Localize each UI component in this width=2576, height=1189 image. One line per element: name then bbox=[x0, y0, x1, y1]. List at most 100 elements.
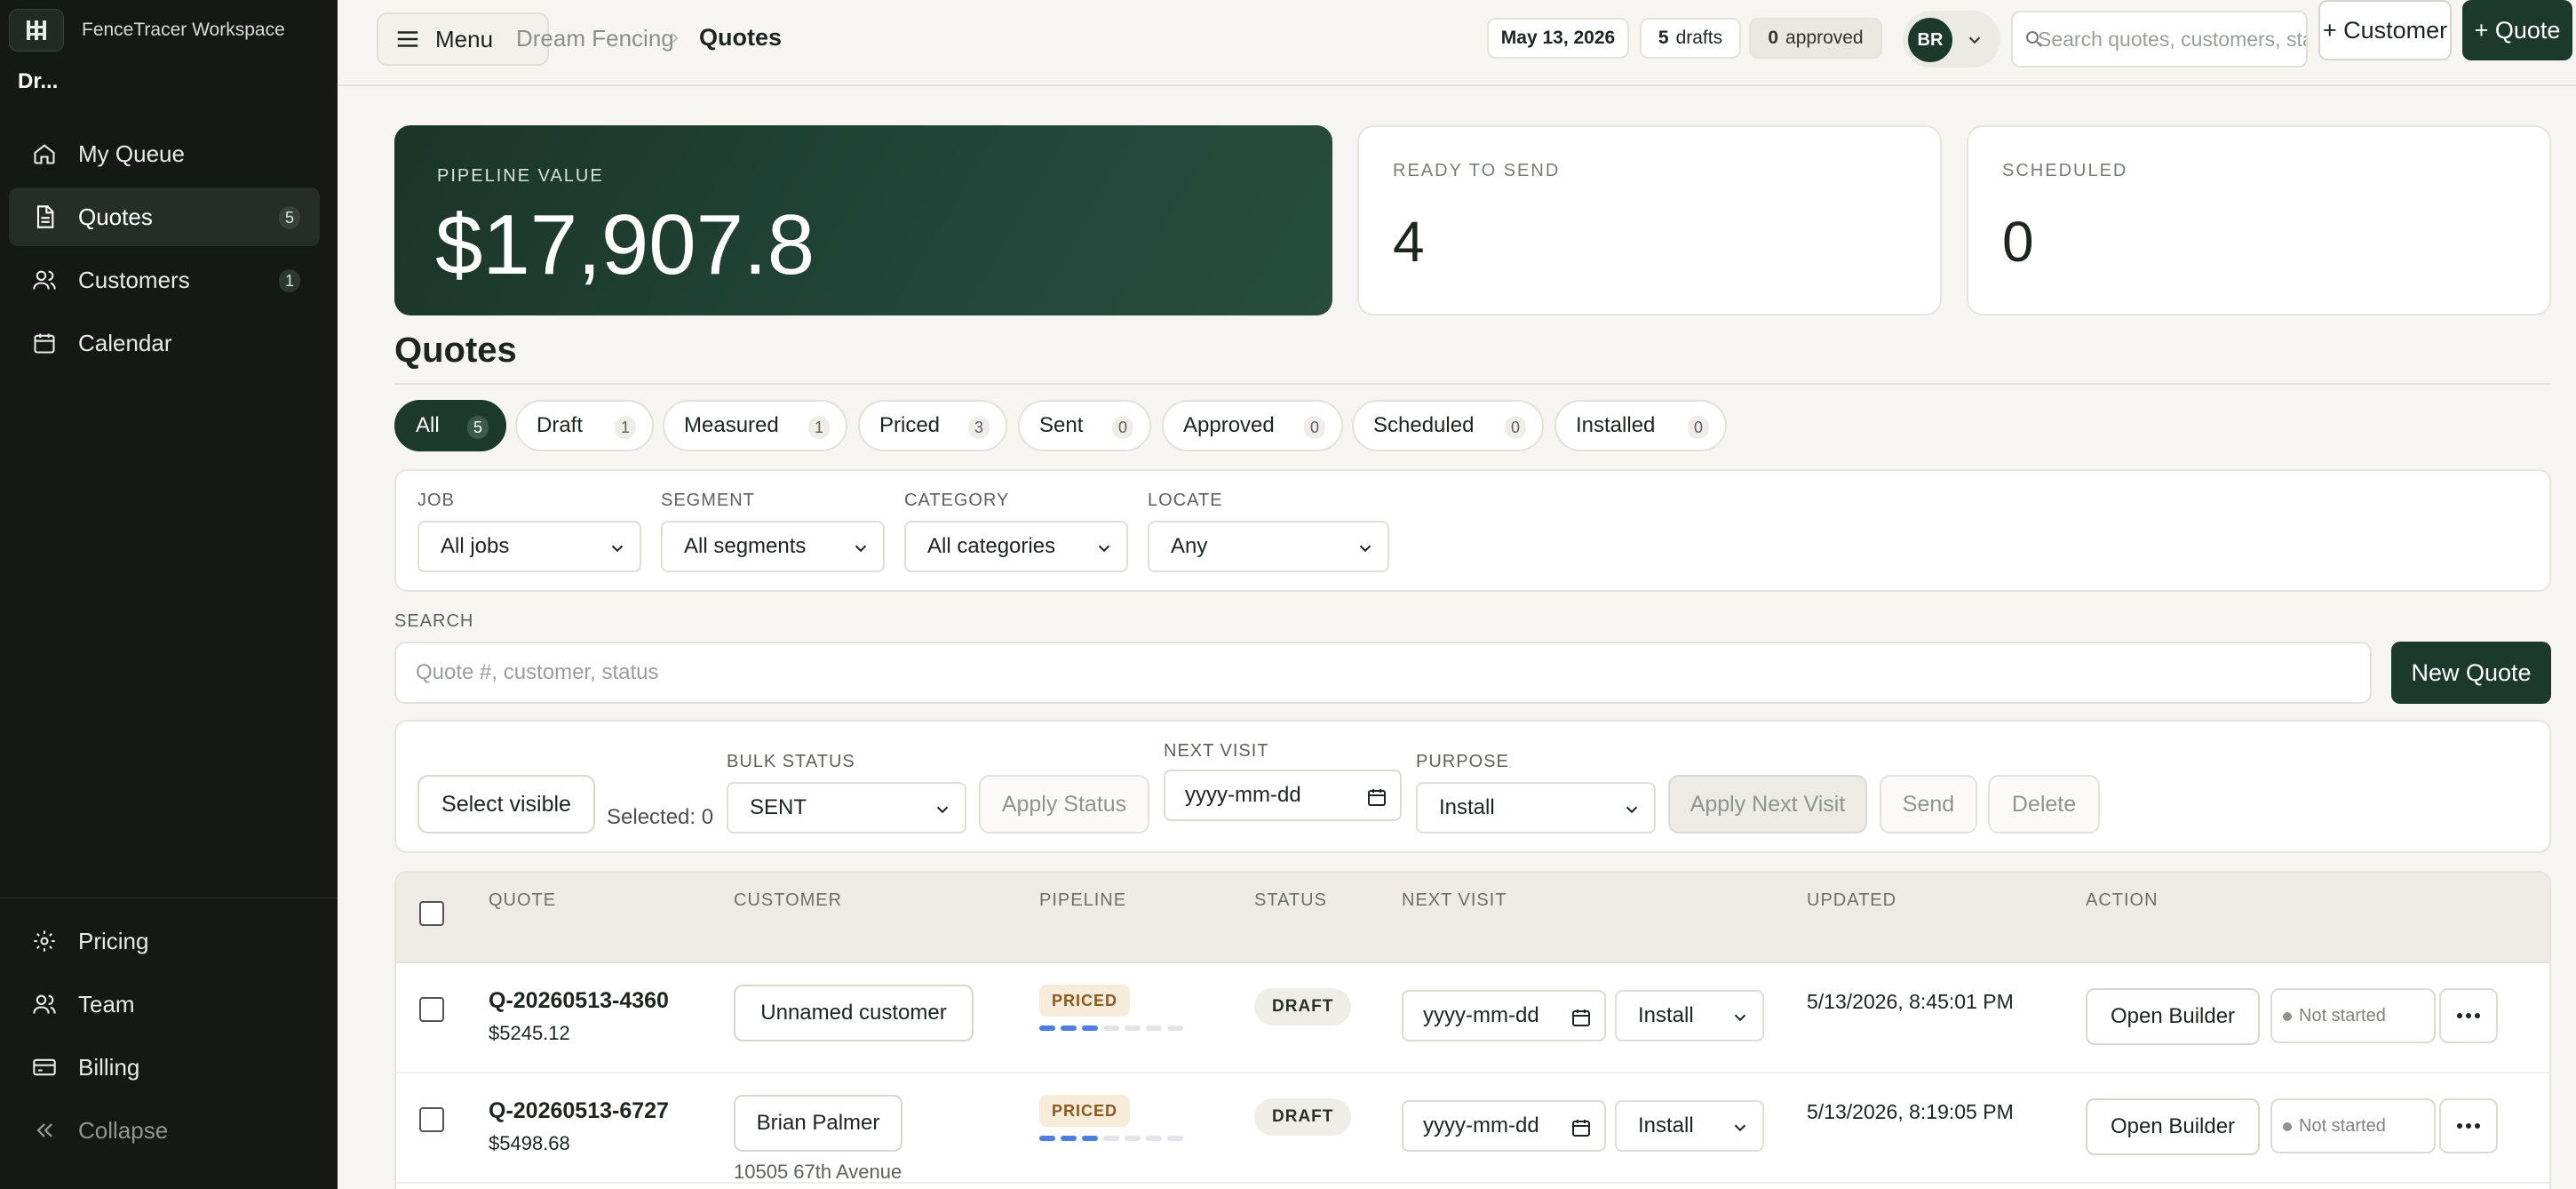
chevron-down-icon bbox=[611, 545, 624, 553]
sidebar-item-calendar[interactable]: Calendar bbox=[9, 314, 320, 372]
progress-status-badge: Not started bbox=[2270, 1098, 2436, 1153]
chevron-down-icon bbox=[1098, 545, 1110, 553]
quote-amount: $5245.12 bbox=[489, 1022, 570, 1044]
open-builder-button[interactable]: Open Builder bbox=[2086, 1098, 2260, 1155]
pipeline-step bbox=[1039, 1025, 1055, 1031]
tab-installed[interactable]: Installed 0 bbox=[1554, 400, 1727, 451]
tab-count: 1 bbox=[615, 416, 636, 439]
tab-label: Measured bbox=[684, 413, 779, 437]
apply-status-button[interactable]: Apply Status bbox=[979, 775, 1149, 834]
next-visit-label: NEXT VISIT bbox=[1164, 741, 1269, 761]
sidebar-item-billing[interactable]: Billing bbox=[9, 1038, 320, 1097]
segment-filter-label: SEGMENT bbox=[661, 491, 755, 510]
row-checkbox[interactable] bbox=[419, 997, 444, 1022]
purpose-select[interactable]: Install bbox=[1416, 782, 1656, 834]
tab-measured[interactable]: Measured 1 bbox=[663, 400, 847, 451]
sidebar-collapse-button[interactable]: Collapse bbox=[9, 1101, 320, 1160]
tab-priced[interactable]: Priced 3 bbox=[858, 400, 1007, 451]
pipeline-step bbox=[1167, 1136, 1183, 1141]
delete-button[interactable]: Delete bbox=[1988, 775, 2100, 834]
table-row: Q-20260513-6727 $5498.68 Brian Palmer 10… bbox=[396, 1073, 2549, 1184]
send-button[interactable]: Send bbox=[1880, 775, 1977, 834]
sidebar-item-team[interactable]: Team bbox=[9, 975, 320, 1033]
sidebar-item-pricing[interactable]: Pricing bbox=[9, 912, 320, 970]
document-icon bbox=[36, 205, 54, 228]
user-menu[interactable]: BR bbox=[1903, 11, 2000, 68]
approved-label: approved bbox=[1785, 28, 1864, 48]
new-quote-button[interactable]: New Quote bbox=[2391, 642, 2551, 704]
page-title: Quotes bbox=[394, 331, 517, 370]
tab-count: 0 bbox=[1112, 416, 1133, 439]
breadcrumb-org[interactable]: Dream Fencing bbox=[516, 25, 674, 52]
tab-sent[interactable]: Sent 0 bbox=[1018, 400, 1151, 451]
section-divider bbox=[394, 383, 2551, 385]
home-icon bbox=[34, 144, 55, 164]
apply-next-visit-button[interactable]: Apply Next Visit bbox=[1668, 775, 1867, 834]
calendar-icon bbox=[34, 333, 55, 354]
job-filter-select[interactable]: All jobs bbox=[417, 521, 641, 572]
tab-label: Scheduled bbox=[1373, 413, 1475, 437]
column-header-customer[interactable]: CUSTOMER bbox=[734, 890, 842, 911]
pipeline-step bbox=[1146, 1025, 1162, 1031]
customer-button[interactable]: Brian Palmer bbox=[734, 1095, 902, 1152]
quote-amount: $5498.68 bbox=[489, 1132, 570, 1154]
ready-to-send-value: 4 bbox=[1393, 210, 1425, 274]
app-logo[interactable] bbox=[9, 9, 64, 52]
status-badge: DRAFT bbox=[1254, 1098, 1352, 1136]
open-builder-button[interactable]: Open Builder bbox=[2086, 988, 2260, 1045]
row-purpose-select[interactable]: Install bbox=[1615, 1100, 1764, 1152]
topbar: Menu Dream Fencing › Quotes May 13, 2026… bbox=[338, 0, 2576, 86]
sidebar-item-label: Customers bbox=[78, 266, 190, 293]
column-header-status[interactable]: STATUS bbox=[1254, 890, 1327, 911]
team-icon bbox=[33, 994, 56, 1014]
tab-label: Sent bbox=[1039, 413, 1084, 437]
quote-search-input[interactable]: Quote #, customer, status bbox=[394, 642, 2372, 704]
date-text: May 13, 2026 bbox=[1500, 28, 1616, 48]
bulk-next-visit-date-input[interactable]: yyyy-mm-dd bbox=[1164, 770, 1402, 821]
add-customer-button[interactable]: + Customer bbox=[2318, 0, 2452, 60]
row-more-button[interactable] bbox=[2439, 988, 2498, 1043]
add-quote-button[interactable]: + Quote bbox=[2462, 0, 2572, 60]
sidebar-item-quotes[interactable]: Quotes 5 bbox=[9, 188, 320, 246]
row-purpose-value: Install bbox=[1638, 1003, 1694, 1027]
sidebar-item-label: Quotes bbox=[78, 203, 153, 230]
segment-filter-select[interactable]: All segments bbox=[661, 521, 885, 572]
quote-id[interactable]: Q-20260513-4360 bbox=[489, 988, 669, 1014]
tab-draft[interactable]: Draft 1 bbox=[515, 400, 654, 451]
date-pill: May 13, 2026 bbox=[1487, 18, 1629, 59]
tab-all[interactable]: All 5 bbox=[394, 400, 506, 451]
locate-filter-select[interactable]: Any bbox=[1148, 521, 1389, 572]
category-filter-select[interactable]: All categories bbox=[904, 521, 1128, 572]
column-header-quote[interactable]: QUOTE bbox=[489, 890, 556, 911]
chevron-down-icon bbox=[1734, 1014, 1746, 1022]
global-search-input[interactable]: Search quotes, customers, status bbox=[2011, 11, 2308, 68]
tab-approved[interactable]: Approved 0 bbox=[1162, 400, 1343, 451]
quote-id[interactable]: Q-20260513-6727 bbox=[489, 1098, 669, 1124]
double-chevron-left-icon bbox=[36, 1123, 52, 1137]
row-purpose-select[interactable]: Install bbox=[1615, 990, 1764, 1041]
sidebar-item-customers[interactable]: Customers 1 bbox=[9, 251, 320, 309]
next-visit-placeholder: yyyy-mm-dd bbox=[1423, 1003, 1539, 1027]
calendar-icon bbox=[1572, 1120, 1590, 1137]
select-visible-button[interactable]: Select visible bbox=[417, 775, 595, 834]
chevron-down-icon bbox=[1968, 36, 1981, 44]
next-visit-date-input[interactable]: yyyy-mm-dd bbox=[1402, 990, 1606, 1041]
pipeline-step bbox=[1125, 1025, 1141, 1031]
column-header-updated[interactable]: UPDATED bbox=[1807, 890, 1896, 911]
customer-button[interactable]: Unnamed customer bbox=[734, 985, 974, 1041]
select-all-checkbox[interactable] bbox=[419, 901, 444, 926]
org-name[interactable]: Dr... bbox=[18, 69, 58, 94]
gear-icon bbox=[34, 930, 55, 952]
status-badge: DRAFT bbox=[1254, 988, 1352, 1025]
chevron-down-icon bbox=[1734, 1124, 1746, 1132]
tab-scheduled[interactable]: Scheduled 0 bbox=[1352, 400, 1544, 451]
next-visit-date-input[interactable]: yyyy-mm-dd bbox=[1402, 1100, 1606, 1152]
sidebar-item-my-queue[interactable]: My Queue bbox=[9, 124, 320, 183]
row-more-button[interactable] bbox=[2439, 1098, 2498, 1153]
column-header-next-visit[interactable]: NEXT VISIT bbox=[1402, 890, 1507, 911]
column-header-pipeline[interactable]: PIPELINE bbox=[1039, 890, 1126, 911]
drafts-count: 5 bbox=[1658, 28, 1669, 48]
bulk-status-select[interactable]: SENT bbox=[727, 782, 966, 834]
row-checkbox[interactable] bbox=[419, 1107, 444, 1132]
search-label: SEARCH bbox=[394, 611, 474, 631]
